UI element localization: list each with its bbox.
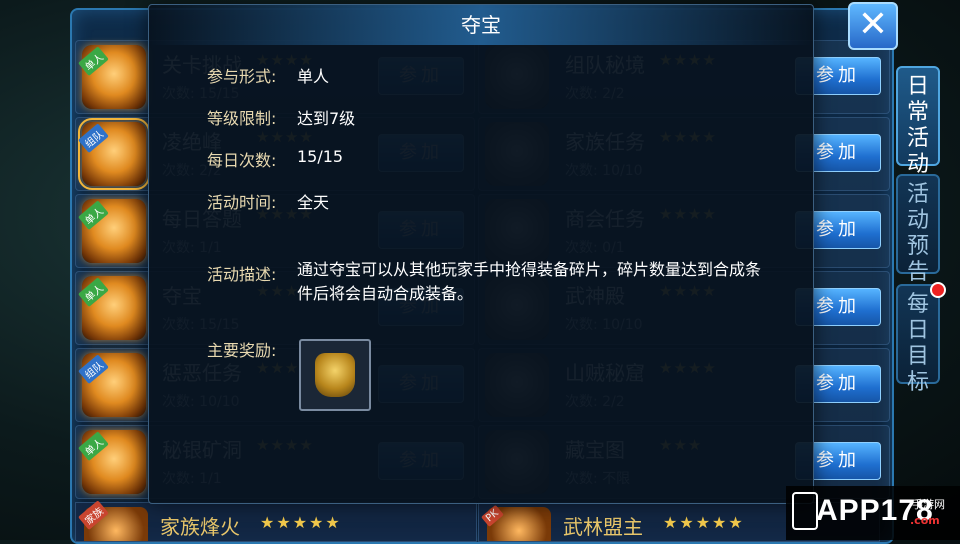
close-x-icon: ✕ [857, 4, 889, 45]
golden-armor-icon [315, 353, 355, 397]
list-item[interactable]: 家族 家族烽火 ★★★★★ [75, 500, 477, 542]
watermark-sub: 手游网 [912, 498, 945, 511]
field-value-mode: 单人 [297, 67, 330, 86]
watermark-domain: .com [910, 514, 940, 527]
field-label: 参与形式: [207, 67, 277, 86]
phone-logo-icon [792, 492, 818, 530]
field-value-description: 通过夺宝可以从其他玩家手中抢得装备碎片，碎片数量达到合成条件后将会自动合成装备。 [297, 260, 762, 303]
field-label: 活动时间: [207, 193, 277, 212]
tab-label: 活动预告 [906, 182, 929, 285]
tab-daily-activities[interactable]: 日常活动 [896, 66, 940, 177]
field-label: 活动描述: [207, 265, 277, 284]
notification-dot-icon [930, 282, 946, 298]
tab-daily-goals[interactable]: 每日目标 [896, 282, 946, 395]
tab-activity-preview[interactable]: 活动预告 [896, 174, 940, 285]
activity-name: 武林盟主 [563, 515, 643, 539]
tab-label: 日常活动 [906, 74, 929, 177]
field-value-time: 全天 [297, 193, 330, 212]
activity-stars: ★★★★★ [663, 513, 745, 532]
field-value-times: 15/15 [297, 147, 344, 166]
tab-label: 每日目标 [906, 292, 929, 395]
activity-name: 家族烽火 [160, 515, 240, 539]
activity-detail-popup: 夺宝 参与形式: 单人 等级限制: 达到7级 每日次数: 15/15 活动时间:… [148, 4, 814, 504]
activity-stars: ★★★★★ [260, 513, 342, 532]
close-button[interactable]: ✕ [848, 2, 898, 50]
popup-title: 夺宝 [149, 5, 813, 45]
reward-slot[interactable]: ✕ [299, 339, 371, 411]
field-label: 等级限制: [207, 109, 277, 128]
field-value-level: 达到7级 [297, 109, 356, 128]
field-label: 每日次数: [207, 151, 277, 170]
field-label: 主要奖励: [207, 341, 277, 360]
watermark: APP178 手游网 .com [786, 486, 960, 540]
